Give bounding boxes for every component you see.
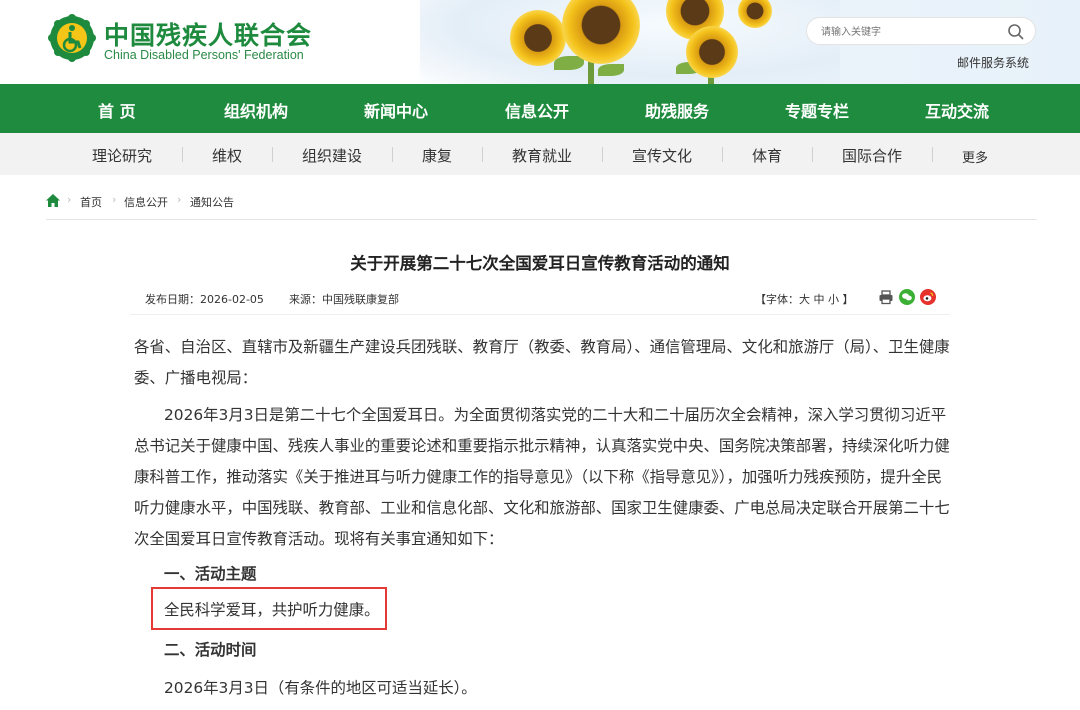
subnav-item-theory[interactable]: 理论研究	[92, 145, 152, 166]
subnav-divider	[182, 147, 183, 162]
search-input[interactable]	[821, 24, 991, 40]
print-icon[interactable]	[878, 289, 894, 305]
search-icon[interactable]	[1007, 23, 1025, 41]
article-meta: 发布日期：2026-02-05 来源：中国残联康复部	[145, 291, 399, 307]
sunflower-banner-image	[470, 0, 772, 84]
subnav-divider	[812, 147, 813, 162]
nav-item-interaction[interactable]: 互动交流	[925, 98, 989, 122]
subnav-divider	[272, 147, 273, 162]
section-heading-time: 二、活动时间	[164, 641, 257, 659]
site-header: 中国残疾人联合会 China Disabled Persons' Federat…	[0, 0, 1080, 84]
subnav-item-rehab[interactable]: 康复	[422, 145, 452, 166]
brand-name-english[interactable]: China Disabled Persons' Federation	[104, 48, 304, 62]
font-size-control: 【字体：大 中 小 】	[755, 291, 854, 307]
wechat-icon[interactable]	[899, 289, 915, 305]
font-size-medium-button[interactable]: 中	[814, 293, 825, 306]
main-nav: 首 页 组织机构 新闻中心 信息公开 助残服务 专题专栏 互动交流	[0, 84, 1080, 133]
time-text: 2026年3月3日（有条件的地区可适当延长）。	[164, 679, 477, 697]
mail-service-link[interactable]: 邮件服务系统	[957, 54, 1029, 71]
breadcrumb-chevron-icon: ›	[67, 193, 72, 206]
breadcrumb-divider	[46, 219, 1037, 220]
home-icon[interactable]	[46, 194, 60, 207]
font-size-prefix: 【字体：	[755, 293, 799, 306]
article-title: 关于开展第二十七次全国爱耳日宣传教育活动的通知	[350, 254, 730, 273]
nav-item-info-disclosure[interactable]: 信息公开	[505, 98, 569, 122]
subnav-divider	[602, 147, 603, 162]
subnav-divider	[482, 147, 483, 162]
subnav-item-education[interactable]: 教育就业	[512, 145, 572, 166]
section-heading-theme: 一、活动主题	[164, 565, 257, 583]
breadcrumb-chevron-icon: ›	[112, 193, 117, 206]
subnav-item-rights[interactable]: 维权	[212, 145, 242, 166]
nav-item-organization[interactable]: 组织机构	[224, 98, 288, 122]
nav-item-home[interactable]: 首 页	[98, 98, 136, 122]
subnav-item-culture[interactable]: 宣传文化	[632, 145, 692, 166]
cdpf-logo-icon[interactable]	[48, 14, 96, 62]
nav-item-news[interactable]: 新闻中心	[364, 98, 428, 122]
subnav-divider	[932, 147, 933, 162]
breadcrumb-current[interactable]: 通知公告	[190, 194, 234, 210]
article-source: 来源：中国残联康复部	[289, 293, 399, 306]
nav-item-services[interactable]: 助残服务	[645, 98, 709, 122]
sub-nav: 理论研究 维权 组织建设 康复 教育就业 宣传文化 体育 国际合作 更多	[0, 133, 1080, 175]
breadcrumb-home[interactable]: 首页	[80, 194, 102, 210]
search-box	[806, 17, 1036, 45]
subnav-item-org-building[interactable]: 组织建设	[302, 145, 362, 166]
intro-paragraph: 2026年3月3日是第二十七个全国爱耳日。为全面贯彻落实党的二十大和二十届历次全…	[134, 406, 950, 548]
theme-highlight-box	[151, 587, 387, 630]
font-size-suffix: 】	[842, 293, 854, 306]
breadcrumb-chevron-icon: ›	[177, 193, 182, 206]
weibo-icon[interactable]	[920, 289, 936, 305]
breadcrumb-info-disclosure[interactable]: 信息公开	[124, 194, 168, 210]
subnav-item-sports[interactable]: 体育	[752, 145, 782, 166]
salutation-paragraph: 各省、自治区、直辖市及新疆生产建设兵团残联、教育厅（教委、教育局）、通信管理局、…	[134, 338, 950, 387]
meta-divider	[130, 314, 950, 315]
nav-item-special-topics[interactable]: 专题专栏	[785, 98, 849, 122]
font-size-large-button[interactable]: 大	[799, 293, 810, 306]
subnav-divider	[392, 147, 393, 162]
font-size-small-button[interactable]: 小	[828, 293, 839, 306]
subnav-item-international[interactable]: 国际合作	[842, 145, 902, 166]
brand-name-chinese[interactable]: 中国残疾人联合会	[104, 16, 312, 52]
publish-date: 发布日期：2026-02-05	[145, 293, 264, 306]
subnav-divider	[722, 147, 723, 162]
subnav-item-more[interactable]: 更多	[962, 147, 988, 166]
